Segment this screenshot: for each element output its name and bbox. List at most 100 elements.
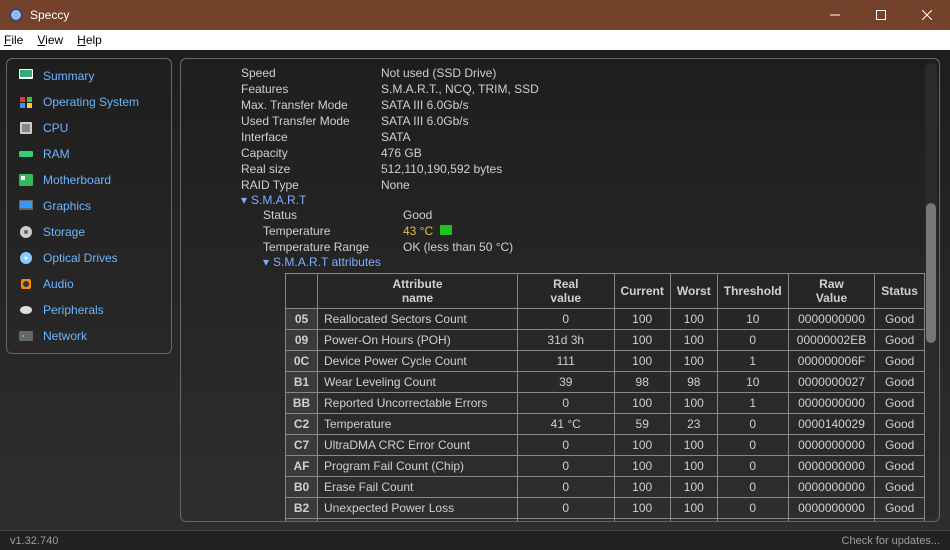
smart-status: Good <box>875 456 925 477</box>
label-used-transfer: Used Transfer Mode <box>241 113 381 129</box>
smart-raw: 00000002EB <box>788 330 874 351</box>
smart-real: 0 <box>518 393 615 414</box>
sidebar-item-label: Network <box>43 329 87 343</box>
value-real-size: 512,110,190,592 bytes <box>381 161 502 177</box>
scrollbar[interactable] <box>925 63 937 517</box>
sidebar-item-network[interactable]: Network <box>7 323 171 349</box>
sidebar-item-optical-drives[interactable]: Optical Drives <box>7 245 171 271</box>
label-raid-type: RAID Type <box>241 177 381 193</box>
label-interface: Interface <box>241 129 381 145</box>
label-smart-temp: Temperature <box>263 223 403 239</box>
sidebar-item-label: Audio <box>43 277 74 291</box>
smart-raw: 0000000027 <box>788 372 874 393</box>
smart-col-7: Status <box>875 274 925 309</box>
label-features: Features <box>241 81 381 97</box>
sidebar-item-ram[interactable]: RAM <box>7 141 171 167</box>
toggle-smart-attrs[interactable]: ▾S.M.A.R.T attributes <box>241 255 921 269</box>
sidebar-item-motherboard[interactable]: Motherboard <box>7 167 171 193</box>
smart-worst: 100 <box>670 498 717 519</box>
smart-cur: 100 <box>614 498 670 519</box>
value-max-transfer: SATA III 6.0Gb/s <box>381 97 469 113</box>
smart-cur: 100 <box>614 435 670 456</box>
sidebar-item-audio[interactable]: Audio <box>7 271 171 297</box>
nav-icon <box>17 302 35 318</box>
menu-view[interactable]: View <box>37 33 63 47</box>
smart-cur: 0 <box>614 519 670 522</box>
smart-name: Wear Leveling Count <box>318 372 518 393</box>
menu-file[interactable]: File <box>4 33 23 47</box>
sidebar-item-cpu[interactable]: CPU <box>7 115 171 141</box>
smart-worst: 100 <box>670 477 717 498</box>
smart-thr: 0 <box>717 414 788 435</box>
smart-worst: 23 <box>670 414 717 435</box>
smart-id: B1 <box>286 372 318 393</box>
smart-status: Good <box>875 414 925 435</box>
smart-real: 0 <box>518 435 615 456</box>
smart-thr: 0 <box>717 498 788 519</box>
smart-thr: 0 <box>717 519 788 522</box>
smart-col-2: Realvalue <box>518 274 615 309</box>
value-smart-temp-range: OK (less than 50 °C) <box>403 239 513 255</box>
smart-row: 09Power-On Hours (POH)31d 3h100100000000… <box>286 330 925 351</box>
sidebar: Summary Operating System CPU RAM Motherboard… <box>0 50 180 530</box>
label-smart-temp-range: Temperature Range <box>263 239 403 255</box>
nav-icon <box>17 172 35 188</box>
smart-name: Reported Uncorrectable Errors <box>318 393 518 414</box>
nav-icon <box>17 224 35 240</box>
smart-thr: 0 <box>717 456 788 477</box>
nav-icon <box>17 120 35 136</box>
minimize-button[interactable] <box>812 0 858 30</box>
smart-status: Good <box>875 372 925 393</box>
smart-status: Good <box>875 498 925 519</box>
smart-row: AFProgram Fail Count (Chip)0100100000000… <box>286 456 925 477</box>
sidebar-item-peripherals[interactable]: Peripherals <box>7 297 171 323</box>
smart-id: B0 <box>286 477 318 498</box>
sidebar-item-graphics[interactable]: Graphics <box>7 193 171 219</box>
smart-row: BBReported Uncorrectable Errors010010010… <box>286 393 925 414</box>
main-panel: SpeedNot used (SSD Drive) FeaturesS.M.A.… <box>180 50 950 530</box>
smart-name: Temperature <box>318 414 518 435</box>
sidebar-item-label: RAM <box>43 147 70 161</box>
label-smart-status: Status <box>263 207 403 223</box>
scrollbar-thumb[interactable] <box>926 203 936 343</box>
label-speed: Speed <box>241 65 381 81</box>
smart-raw: 0000000000 <box>788 477 874 498</box>
smart-thr: 0 <box>717 435 788 456</box>
smart-name: Unexpected Power Loss <box>318 498 518 519</box>
smart-id: C2 <box>286 414 318 435</box>
smart-raw: 0000000000 <box>788 498 874 519</box>
smart-id: B2 <box>286 498 318 519</box>
smart-worst: 100 <box>670 351 717 372</box>
smart-name: Erase Fail Count <box>318 477 518 498</box>
temp-ok-icon <box>440 223 454 239</box>
smart-real: 39 <box>518 372 615 393</box>
sidebar-item-storage[interactable]: Storage <box>7 219 171 245</box>
check-updates-link[interactable]: Check for updates... <box>842 535 940 547</box>
smart-id: AF <box>286 456 318 477</box>
smart-status: Good <box>875 309 925 330</box>
sidebar-item-label: Operating System <box>43 95 139 109</box>
smart-col-3: Current <box>614 274 670 309</box>
smart-cur: 100 <box>614 330 670 351</box>
close-button[interactable] <box>904 0 950 30</box>
maximize-button[interactable] <box>858 0 904 30</box>
smart-worst: 98 <box>670 372 717 393</box>
menu-help[interactable]: Help <box>77 33 102 47</box>
smart-worst: 100 <box>670 309 717 330</box>
smart-real: 111 <box>518 351 615 372</box>
toggle-smart[interactable]: ▾S.M.A.R.T <box>241 193 921 207</box>
smart-row: C7UltraDMA CRC Error Count01001000000000… <box>286 435 925 456</box>
smart-row: B0Erase Fail Count010010000000000000Good <box>286 477 925 498</box>
sidebar-item-summary[interactable]: Summary <box>7 63 171 89</box>
smart-name: Device Power Cycle Count <box>318 351 518 372</box>
smart-row: B1Wear Leveling Count399898100000000027G… <box>286 372 925 393</box>
smart-cur: 100 <box>614 351 670 372</box>
smart-raw: 00000009B1 <box>788 519 874 522</box>
sidebar-item-operating-system[interactable]: Operating System <box>7 89 171 115</box>
smart-worst: 100 <box>670 456 717 477</box>
label-max-transfer: Max. Transfer Mode <box>241 97 381 113</box>
smart-thr: 1 <box>717 351 788 372</box>
smart-raw: 0000000000 <box>788 393 874 414</box>
label-capacity: Capacity <box>241 145 381 161</box>
smart-status: Good <box>875 477 925 498</box>
